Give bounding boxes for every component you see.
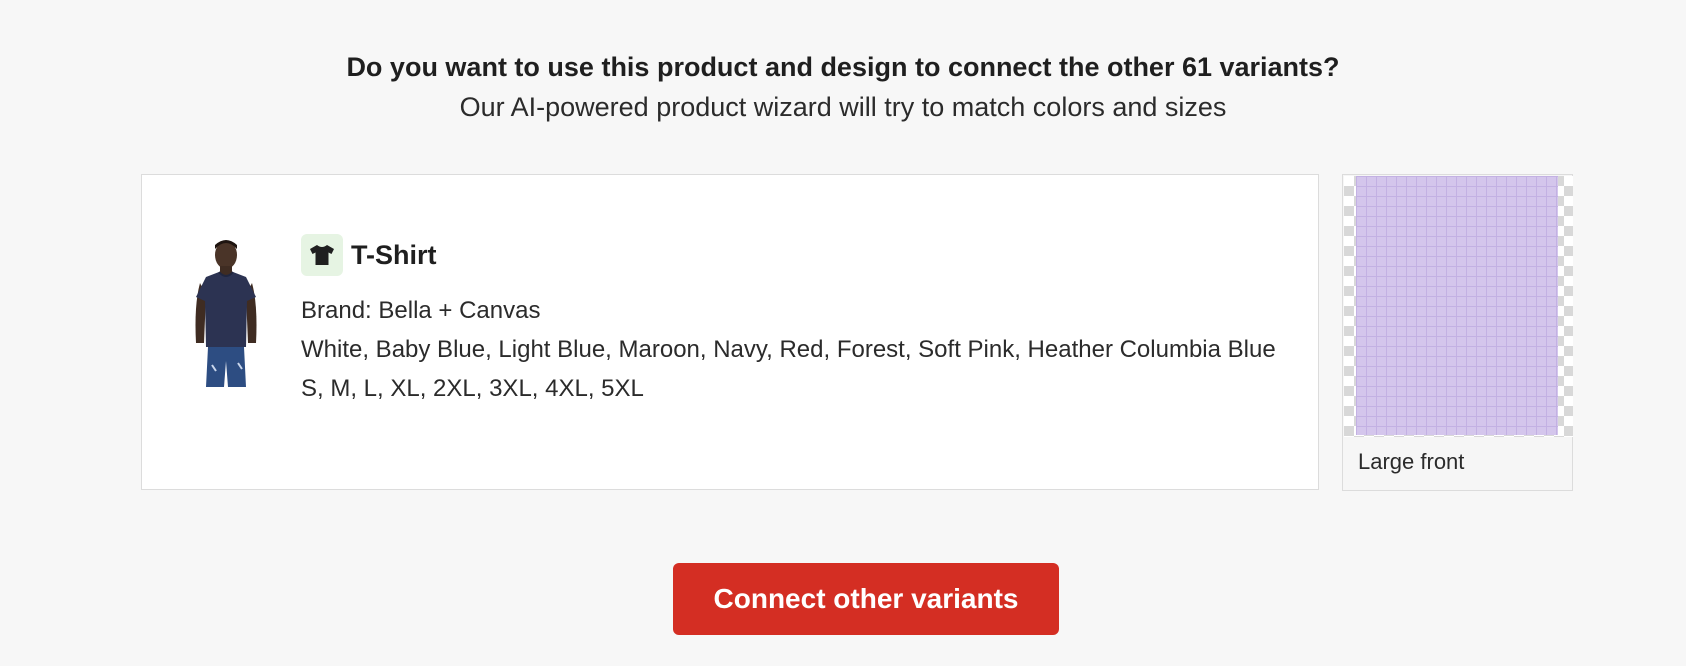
product-image [195, 240, 257, 387]
design-placement-label: Large front [1358, 449, 1465, 474]
product-colors: White, Baby Blue, Light Blue, Maroon, Na… [301, 336, 1276, 363]
heading-subtitle: Our AI-powered product wizard will try t… [459, 92, 1227, 122]
design-preview-image [1344, 176, 1573, 437]
design-card: Large front [1342, 174, 1573, 491]
product-sizes: S, M, L, XL, 2XL, 3XL, 4XL, 5XL [301, 375, 644, 402]
product-info: T-Shirt Brand: Bella + Canvas White, Bab… [301, 233, 1301, 408]
tshirt-icon [301, 234, 343, 276]
product-brand: Brand: Bella + Canvas [301, 297, 541, 324]
product-title: T-Shirt [351, 239, 437, 270]
dialog-heading: Do you want to use this product and desi… [0, 48, 1686, 128]
design-print-area [1356, 176, 1558, 435]
connect-other-variants-button[interactable]: Connect other variants [673, 563, 1059, 635]
product-card: T-Shirt Brand: Bella + Canvas White, Bab… [141, 174, 1319, 490]
heading-title: Do you want to use this product and desi… [346, 52, 1340, 82]
product-title-row: T-Shirt [301, 233, 1301, 277]
